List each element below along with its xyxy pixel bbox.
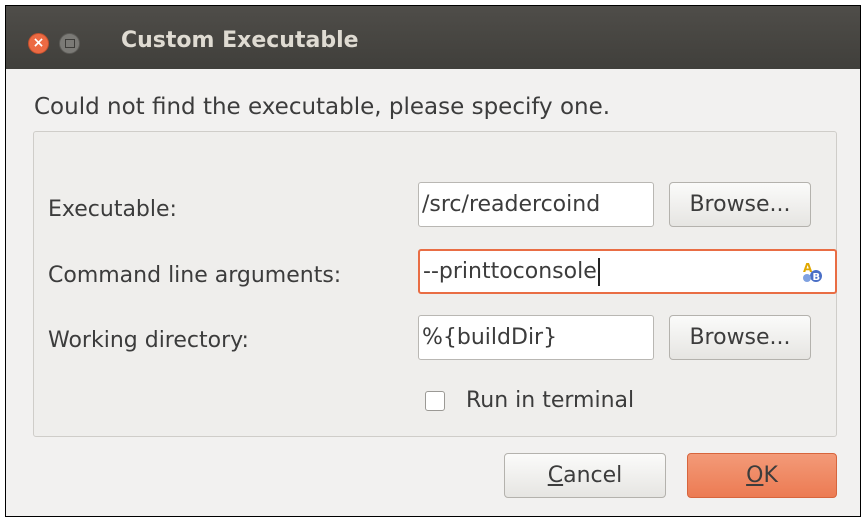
svg-text:B: B <box>813 272 821 283</box>
working-dir-browse-button[interactable]: Browse... <box>669 315 811 360</box>
run-in-terminal-checkbox[interactable] <box>425 391 445 411</box>
close-icon[interactable]: × <box>28 33 49 54</box>
arguments-input[interactable]: --printtoconsole A B <box>418 249 837 294</box>
ok-label-rest: K <box>763 463 778 488</box>
window-title: Custom Executable <box>121 28 359 53</box>
executable-value: /src/readercoind <box>422 192 601 217</box>
cancel-button[interactable]: Cancel <box>504 453 666 498</box>
maximize-icon[interactable] <box>59 33 80 54</box>
ok-mnemonic: O <box>746 463 764 488</box>
working-dir-value: %{buildDir} <box>422 325 558 350</box>
executable-input[interactable]: /src/readercoind <box>418 182 654 227</box>
cancel-label-rest: ancel <box>563 463 623 488</box>
arguments-label: Command line arguments: <box>48 263 342 288</box>
executable-label: Executable: <box>48 197 177 222</box>
text-completion-icon[interactable]: A B <box>801 260 825 284</box>
executable-browse-button[interactable]: Browse... <box>669 182 811 227</box>
ok-button[interactable]: OK <box>687 453 837 498</box>
error-message: Could not find the executable, please sp… <box>34 94 611 120</box>
arguments-value: --printtoconsole <box>423 259 597 284</box>
cancel-mnemonic: C <box>547 463 564 488</box>
title-bar[interactable]: × Custom Executable <box>6 6 860 69</box>
working-dir-label: Working directory: <box>48 328 249 353</box>
run-in-terminal-label[interactable]: Run in terminal <box>466 388 634 413</box>
working-dir-input[interactable]: %{buildDir} <box>418 315 654 360</box>
text-caret <box>597 258 600 286</box>
custom-executable-dialog: × Custom Executable Could not find the e… <box>5 5 861 517</box>
